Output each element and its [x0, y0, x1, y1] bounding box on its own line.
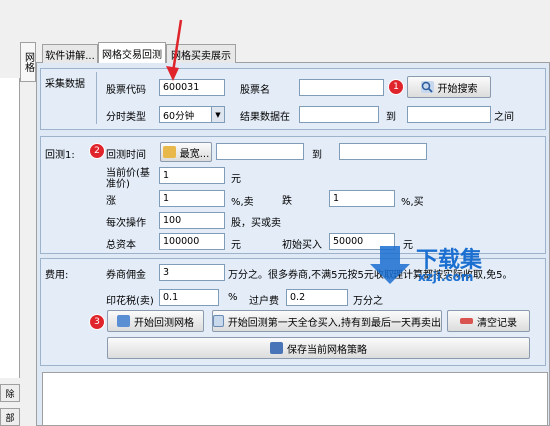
result-range-label: 结果数据在	[240, 112, 290, 123]
fall-input[interactable]: 1	[329, 190, 395, 207]
commission-input[interactable]: 3	[159, 264, 225, 281]
between-label: 之间	[494, 112, 514, 123]
each-op-input[interactable]: 100	[159, 212, 225, 229]
vertical-tab-label: 网格	[22, 52, 34, 72]
badge-2: 2	[89, 143, 105, 159]
save-icon	[270, 342, 283, 354]
transfer-fee-label: 过户费	[249, 296, 279, 307]
period-label: 分时类型	[106, 112, 146, 123]
backtest-group-label: 回测1:	[45, 150, 75, 161]
backtest-time-label: 回测时间	[106, 150, 146, 161]
backtest-end-input[interactable]	[339, 143, 427, 160]
transfer-fee-unit: 万分之	[353, 296, 383, 307]
total-capital-unit: 元	[231, 240, 241, 251]
tab-tutorial[interactable]: 软件讲解...	[42, 44, 98, 63]
tab-label: 软件讲解...	[45, 50, 95, 62]
backtest-start-input[interactable]	[216, 143, 304, 160]
start-backtest-button[interactable]: 开始回测网格	[107, 310, 204, 332]
each-op-label: 每次操作	[106, 218, 146, 229]
badge-number: 1	[393, 82, 399, 92]
badge-number: 2	[94, 146, 100, 156]
results-area	[42, 372, 548, 426]
start-search-button[interactable]: 开始搜索	[407, 76, 491, 98]
base-price-input[interactable]: 1	[159, 167, 225, 184]
save-strategy-label: 保存当前网格策略	[287, 344, 367, 356]
total-capital-input[interactable]: 100000	[159, 233, 225, 250]
clear-records-button[interactable]: 清空记录	[447, 310, 530, 332]
stock-name-label: 股票名	[240, 85, 270, 96]
tab-grid-vertical[interactable]: 网格	[20, 42, 36, 82]
full-position-backtest-button[interactable]: 开始回测第一天全仓买入,持有到最后一天再卖出	[212, 310, 442, 332]
stamp-tax-input[interactable]: 0.1	[159, 289, 219, 306]
backtest-to-label: 到	[312, 150, 322, 161]
left-side-button-1[interactable]: 除	[0, 384, 20, 402]
period-value: 60分钟	[163, 110, 195, 122]
initial-buy-label: 初始买入	[282, 240, 322, 251]
fall-unit: %,买	[401, 197, 424, 208]
document-icon	[213, 315, 224, 327]
eraser-icon	[460, 318, 473, 324]
base-price-label: 当前价(基准价)	[106, 168, 150, 190]
left-side-button-2[interactable]: 部	[0, 408, 20, 426]
chevron-down-icon[interactable]: ▼	[211, 107, 224, 122]
stamp-tax-label: 印花税(卖)	[106, 296, 154, 307]
stamp-tax-unit: %	[228, 292, 238, 303]
search-button-label: 开始搜索	[437, 83, 478, 95]
base-price-unit: 元	[231, 174, 241, 185]
rise-label: 涨	[106, 196, 116, 207]
save-strategy-button[interactable]: 保存当前网格策略	[107, 337, 530, 359]
tab-grid-backtest[interactable]: 网格交易回测	[98, 42, 166, 63]
clear-records-label: 清空记录	[477, 317, 517, 329]
pointer-arrow-icon	[166, 19, 183, 81]
transfer-fee-input[interactable]: 0.2	[286, 289, 348, 306]
rise-input[interactable]: 1	[159, 190, 225, 207]
result-start-input[interactable]	[299, 106, 379, 123]
badge-3: 3	[89, 314, 105, 330]
tab-label: 网格交易回测	[102, 49, 162, 61]
badge-1: 1	[388, 79, 404, 95]
magnifier-icon	[420, 81, 434, 93]
left-side-button-label: 除	[5, 389, 15, 400]
left-panel	[0, 78, 20, 378]
play-icon	[117, 315, 130, 327]
watermark: 下载集 xzji.com	[366, 240, 512, 290]
latest-button-label: 最宽...	[179, 148, 210, 160]
left-side-button-label: 部	[5, 413, 15, 424]
result-to-label: 到	[386, 112, 396, 123]
latest-range-button[interactable]: 最宽...	[160, 142, 212, 162]
badge-number: 3	[94, 317, 100, 327]
each-op-unit: 股，买或卖	[231, 218, 281, 229]
watermark-url: xzji.com	[418, 270, 474, 284]
commission-label: 券商佣金	[106, 270, 146, 281]
divider	[96, 72, 97, 124]
fees-group-label: 费用:	[45, 270, 69, 281]
start-backtest-label: 开始回测网格	[134, 317, 194, 329]
download-arrow-icon	[370, 246, 410, 284]
stock-code-label: 股票代码	[106, 85, 146, 96]
calendar-icon	[162, 146, 176, 158]
stock-name-input[interactable]	[299, 79, 384, 96]
total-capital-label: 总资本	[106, 240, 136, 251]
period-select[interactable]: 60分钟 ▼	[159, 106, 225, 123]
result-end-input[interactable]	[407, 106, 491, 123]
fall-label: 跌	[282, 196, 292, 207]
rise-unit: %,卖	[231, 197, 254, 208]
collect-group-label: 采集数据	[45, 79, 85, 90]
full-position-label: 开始回测第一天全仓买入,持有到最后一天再卖出	[227, 317, 441, 329]
